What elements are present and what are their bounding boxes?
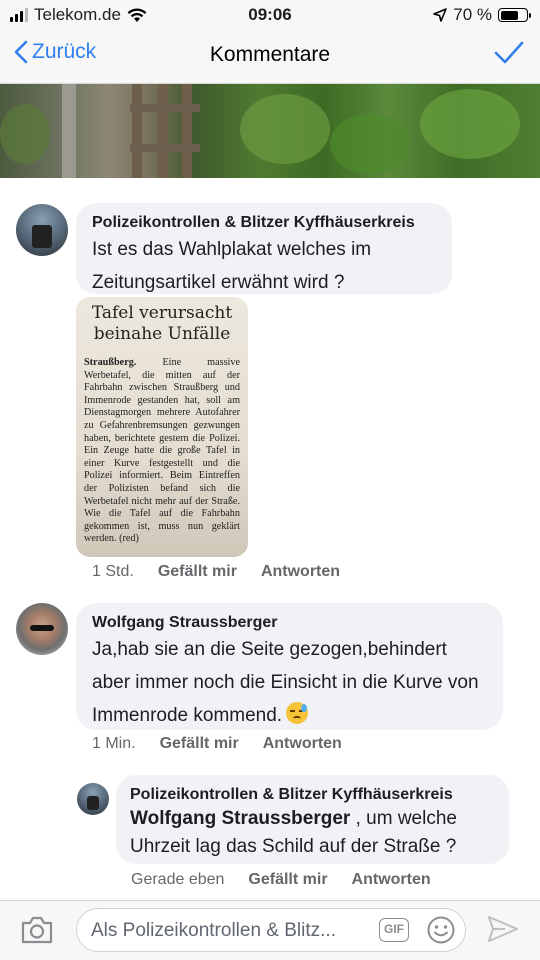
status-bar: Telekom.de 09:06 70 % <box>0 0 540 32</box>
clipping-text: Eine massive Werbetafel, die mitten auf … <box>84 357 240 545</box>
emoji-button[interactable] <box>426 915 456 950</box>
battery-fill <box>500 10 518 20</box>
reply-button[interactable]: Antworten <box>352 871 431 889</box>
like-button[interactable]: Gefällt mir <box>160 735 239 753</box>
comment-input-container[interactable]: GIF <box>76 908 466 952</box>
clipping-body: Straußberg. Eine massive Werbetafel, die… <box>84 357 240 546</box>
battery-icon <box>498 8 531 22</box>
avatar[interactable] <box>16 603 68 655</box>
camera-button[interactable] <box>20 915 54 950</box>
mention-link[interactable]: Wolfgang Straussberger <box>130 808 350 829</box>
reply-button[interactable]: Antworten <box>263 735 342 753</box>
clipping-dateline: Straußberg. <box>84 357 137 368</box>
comment-text: Ist es das Wahlplakat welches im Zeitung… <box>92 239 372 293</box>
battery-percent: 70 % <box>453 5 492 24</box>
reply-bubble: Polizeikontrollen & Blitzer Kyffhäuserkr… <box>116 775 509 864</box>
comment-author[interactable]: Wolfgang Straussberger <box>92 613 487 633</box>
like-button[interactable]: Gefällt mir <box>158 563 237 581</box>
location-arrow-icon <box>433 8 448 22</box>
done-button[interactable] <box>494 40 524 71</box>
avatar[interactable] <box>77 783 109 815</box>
comment-bubble: Wolfgang Straussberger Ja,hab sie an die… <box>76 603 503 730</box>
comment-composer: GIF <box>0 900 540 960</box>
checkmark-icon <box>494 41 524 64</box>
comment-author[interactable]: Polizeikontrollen & Blitzer Kyffhäuserkr… <box>92 213 436 233</box>
avatar[interactable] <box>16 204 68 256</box>
camera-icon <box>21 916 53 944</box>
comment-bubble: Polizeikontrollen & Blitzer Kyffhäuserkr… <box>76 203 452 294</box>
page-title: Kommentare <box>209 43 331 66</box>
reply-button[interactable]: Antworten <box>261 563 340 581</box>
post-image-banner[interactable] <box>0 84 540 178</box>
comment-meta: 1 Min. Gefällt mir Antworten <box>92 735 342 753</box>
comment-meta: 1 Std. Gefällt mir Antworten <box>92 563 340 581</box>
comment-time: Gerade eben <box>131 871 225 888</box>
clipping-headline: Tafel verursacht beinahe Unfälle <box>91 303 233 344</box>
smiley-icon <box>427 916 455 944</box>
gif-button[interactable]: GIF <box>379 918 409 942</box>
nav-bar: Zurück Kommentare <box>0 32 540 84</box>
comment-meta: Gerade eben Gefällt mir Antworten <box>131 871 431 889</box>
comment-author[interactable]: Polizeikontrollen & Blitzer Kyffhäuserkr… <box>130 785 495 805</box>
comment-text: Wolfgang Straussberger , um welche Uhrze… <box>130 805 495 861</box>
send-button[interactable] <box>487 914 519 949</box>
like-button[interactable]: Gefällt mir <box>248 871 327 889</box>
comment-time: 1 Std. <box>92 563 134 580</box>
comment-text: Ja,hab sie an die Seite gezogen,behinder… <box>92 633 487 732</box>
send-icon <box>488 916 518 942</box>
comment-time: 1 Min. <box>92 735 136 752</box>
downcast-face-with-sweat-icon <box>286 702 309 724</box>
comment-input[interactable] <box>91 917 371 945</box>
newspaper-clipping-image[interactable]: Tafel verursacht beinahe Unfälle Straußb… <box>76 297 248 557</box>
status-right: 70 % <box>433 5 531 25</box>
